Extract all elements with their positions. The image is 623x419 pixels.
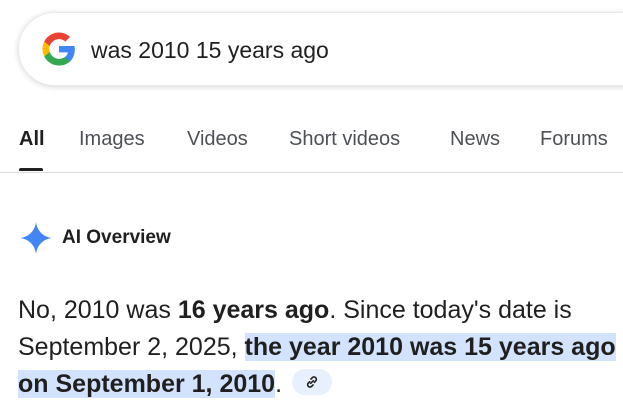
tab-images[interactable]: Images — [79, 128, 145, 151]
ai-overview-header: AI Overview — [18, 218, 171, 258]
tabs-divider — [0, 172, 623, 173]
search-box[interactable]: was 2010 15 years ago — [18, 12, 623, 86]
tab-news[interactable]: News — [450, 128, 500, 151]
tab-short-videos[interactable]: Short videos — [289, 128, 400, 151]
tab-forums[interactable]: Forums — [540, 128, 608, 151]
answer-text-part1: No, 2010 was — [18, 296, 178, 324]
search-input[interactable]: was 2010 15 years ago — [91, 33, 329, 67]
answer-bold-text: 16 years ago — [177, 296, 330, 324]
ai-overview-answer: No, 2010 was 16 years ago. Since today's… — [18, 292, 618, 403]
search-results-page: was 2010 15 years ago All Images Videos … — [0, 0, 623, 419]
tab-videos[interactable]: Videos — [187, 128, 248, 151]
google-g-logo-icon — [42, 32, 75, 66]
gemini-sparkle-icon — [20, 222, 52, 254]
answer-text-part3: . — [275, 370, 283, 398]
tab-all[interactable]: All — [19, 128, 45, 151]
active-tab-indicator — [19, 168, 43, 171]
search-tabs: All Images Videos Short videos News Foru… — [0, 120, 623, 172]
link-icon — [306, 376, 318, 389]
ai-overview-title: AI Overview — [62, 227, 171, 248]
source-link-button[interactable] — [292, 369, 333, 396]
